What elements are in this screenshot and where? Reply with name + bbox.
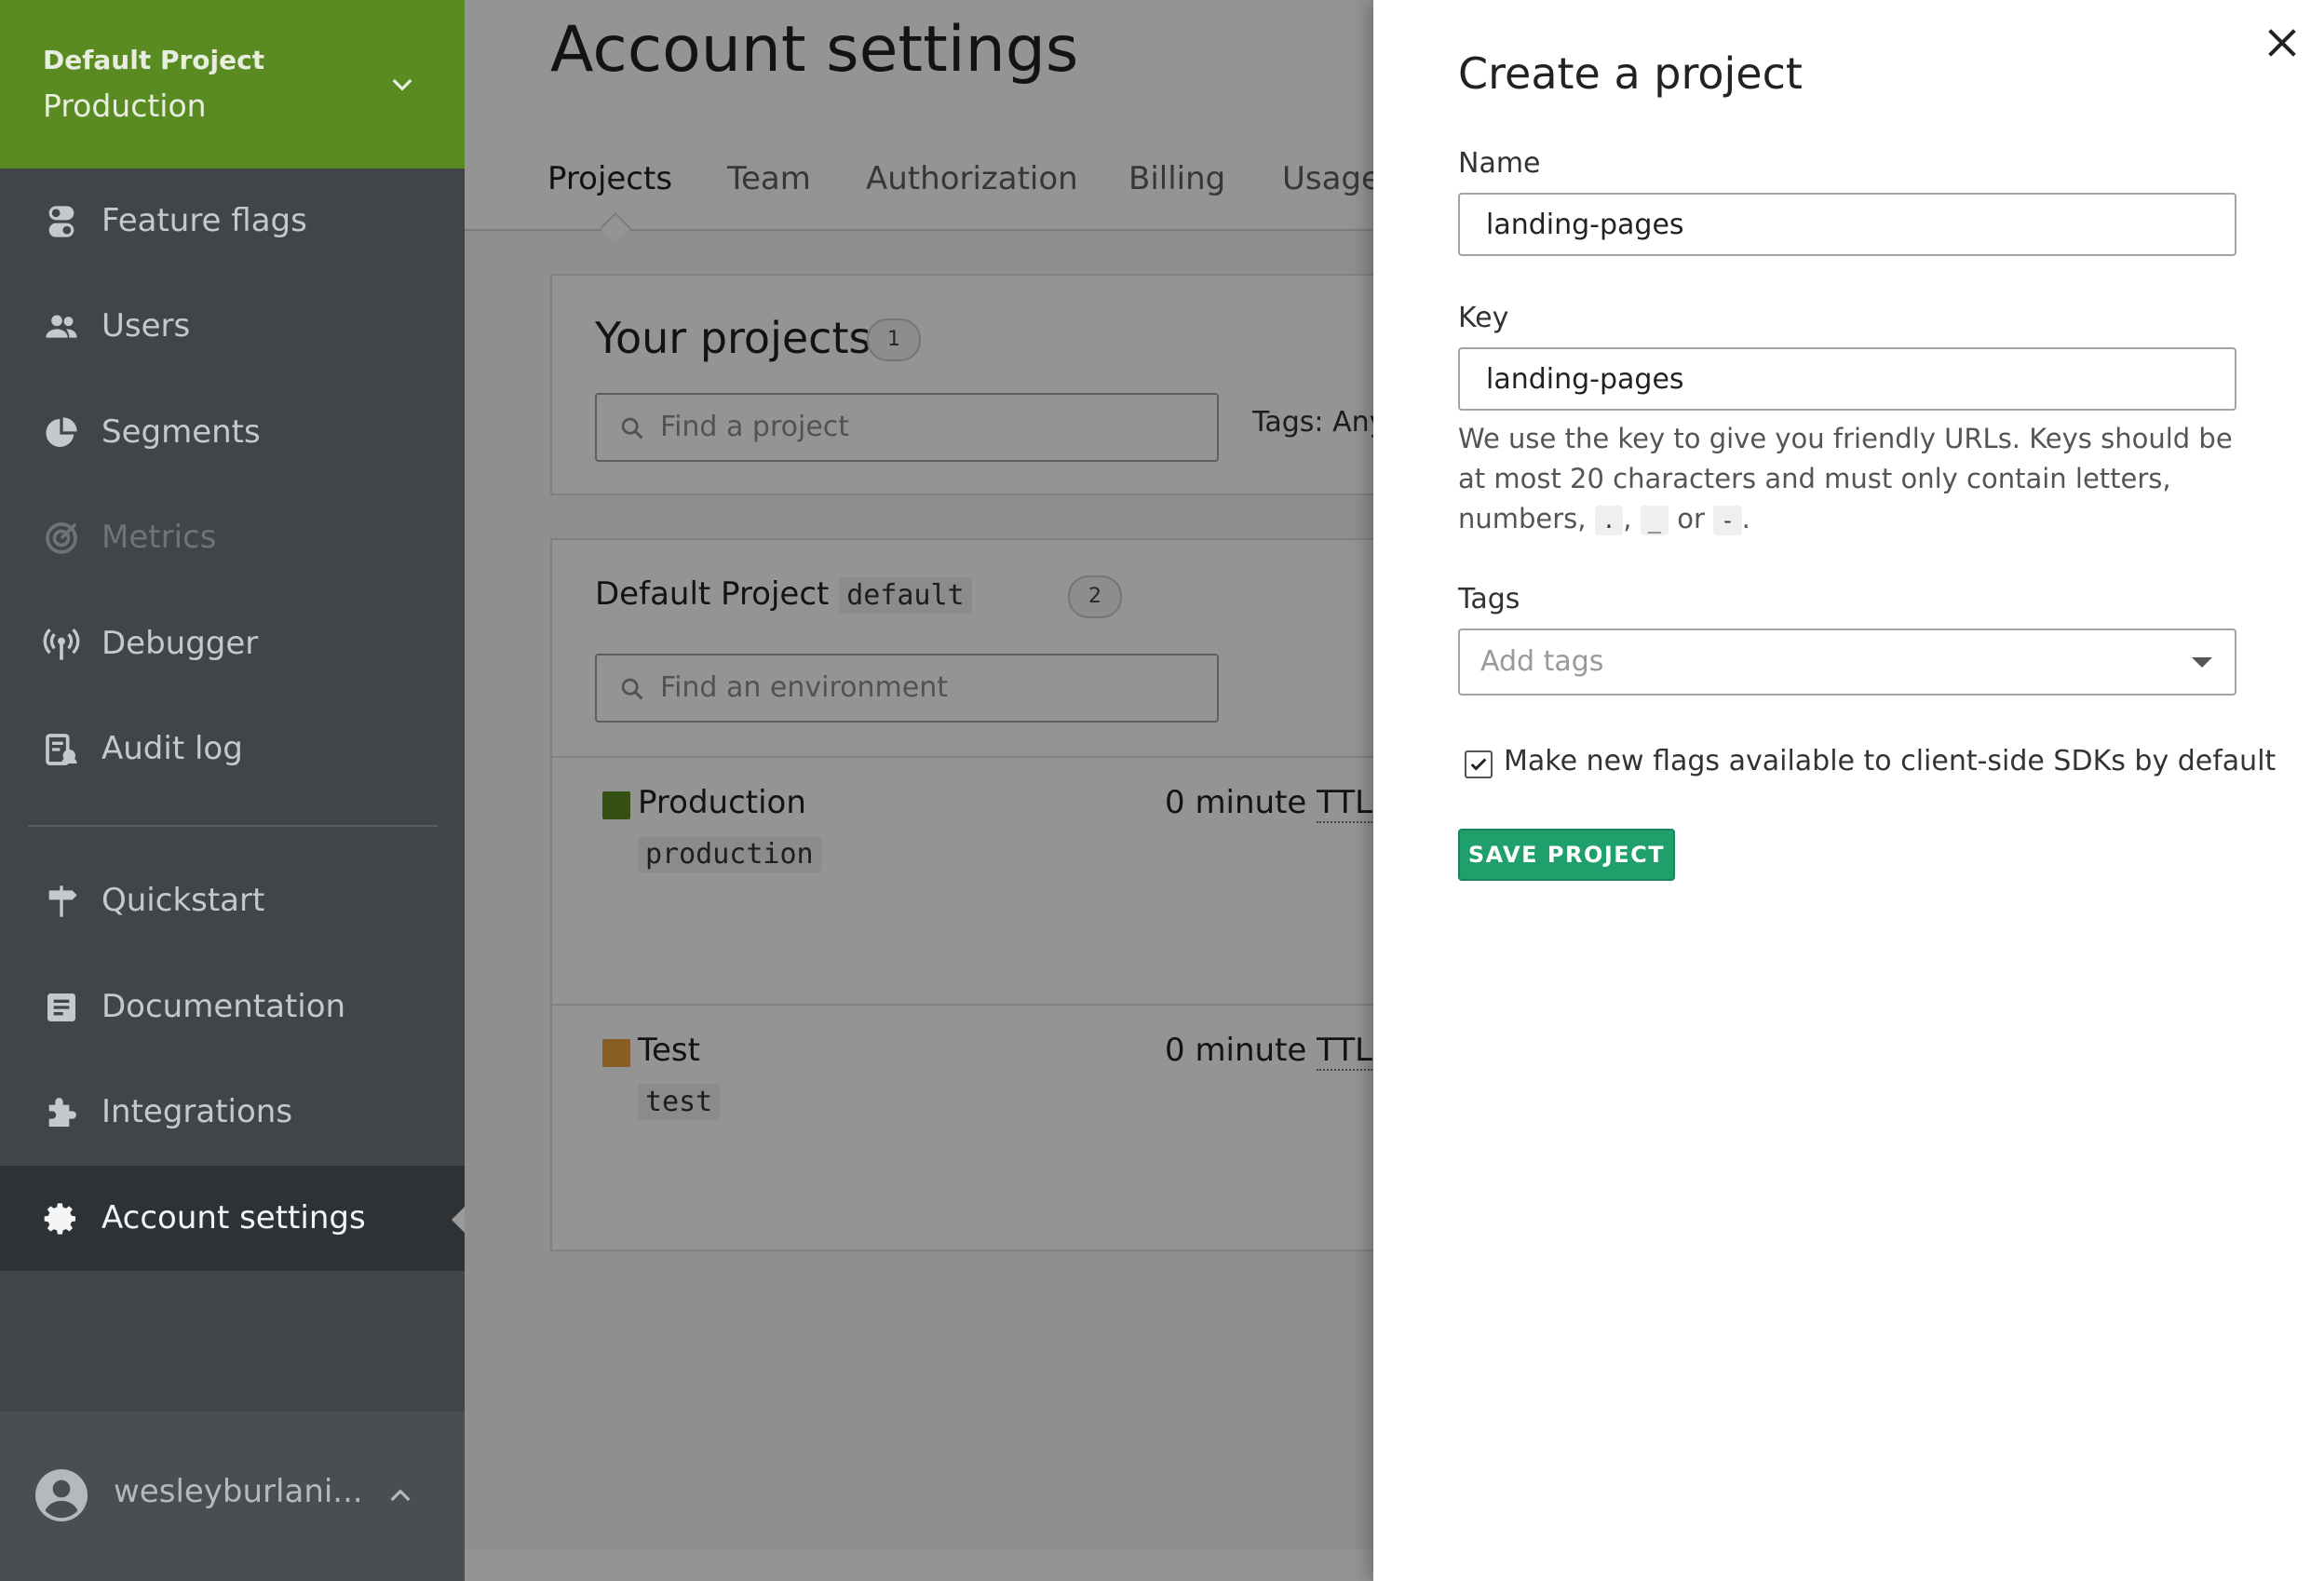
sidebar-item-label: Users [101, 307, 191, 345]
sidebar-item-feature-flags[interactable]: Feature flags [0, 169, 465, 274]
project-switcher[interactable]: Default Project Production [0, 0, 465, 169]
help-text: We use the key to give you friendly URLs… [1458, 423, 2233, 534]
sidebar-item-label: Feature flags [101, 202, 307, 239]
sidebar-item-label: Debugger [101, 625, 259, 662]
pie-chart-icon [46, 417, 77, 447]
audit-log-icon [46, 734, 77, 765]
caret-down-icon [2192, 657, 2212, 668]
sidebar-item-users[interactable]: Users [0, 274, 465, 379]
project-name: Default Project [43, 45, 265, 75]
tags-select[interactable]: Add tags [1458, 628, 2236, 696]
key-label: Key [1458, 302, 1509, 334]
sidebar-item-quickstart[interactable]: Quickstart [0, 848, 465, 953]
client-side-sdk-label[interactable]: Make new flags available to client-side … [1504, 745, 2276, 777]
sidebar-item-label: Documentation [101, 988, 346, 1025]
sidebar-item-debugger[interactable]: Debugger [0, 591, 465, 696]
puzzle-icon [48, 1098, 76, 1127]
active-item-indicator [452, 1207, 465, 1233]
chevron-down-icon [392, 78, 412, 91]
sidebar-item-label: Account settings [101, 1199, 366, 1236]
help-code-dot: . [1594, 506, 1624, 535]
user-name: wesleyburlani... [114, 1473, 363, 1510]
client-side-sdk-checkbox[interactable] [1465, 750, 1493, 778]
key-help-text: We use the key to give you friendly URLs… [1458, 423, 2233, 535]
help-or: or [1677, 503, 1705, 534]
chevron-up-icon [390, 1489, 411, 1502]
sidebar-item-label: Metrics [101, 519, 217, 556]
sidebar-item-metrics[interactable]: Metrics [0, 485, 465, 590]
target-icon [46, 522, 77, 554]
key-field[interactable] [1458, 347, 2236, 411]
name-field[interactable] [1458, 193, 2236, 256]
document-icon [47, 993, 75, 1021]
environment-name: Production [43, 88, 207, 124]
avatar [35, 1469, 88, 1521]
sidebar-item-audit-log[interactable]: Audit log [0, 696, 465, 802]
users-icon [46, 315, 77, 338]
sidebar-item-label: Segments [101, 413, 261, 451]
user-menu[interactable]: wesleyburlani... [0, 1412, 465, 1581]
name-label: Name [1458, 147, 1541, 180]
signpost-icon [48, 885, 77, 917]
close-icon[interactable] [2263, 24, 2301, 61]
toggle-icon [48, 206, 74, 237]
help-code-underscore: _ [1640, 506, 1669, 535]
tags-placeholder: Add tags [1480, 645, 1604, 678]
create-project-drawer: Create a project Name Key We use the key… [1373, 0, 2324, 1581]
help-code-dash: - [1713, 506, 1742, 535]
sidebar-item-label: Quickstart [101, 882, 265, 919]
checkmark-icon [1470, 758, 1487, 771]
sidebar-divider [28, 825, 438, 827]
save-project-button[interactable]: SAVE PROJECT [1458, 829, 1675, 881]
sidebar-item-documentation[interactable]: Documentation [0, 954, 465, 1060]
sidebar-item-label: Audit log [101, 730, 243, 767]
tags-label: Tags [1458, 583, 1520, 615]
sidebar: Default Project Production Feature flags… [0, 0, 465, 1581]
drawer-title: Create a project [1458, 48, 1803, 99]
sidebar-item-label: Integrations [101, 1093, 293, 1130]
sidebar-item-segments[interactable]: Segments [0, 380, 465, 485]
sidebar-item-integrations[interactable]: Integrations [0, 1060, 465, 1165]
sidebar-item-account-settings[interactable]: Account settings [0, 1166, 465, 1271]
gear-icon [44, 1203, 75, 1235]
broadcast-icon [43, 628, 80, 660]
